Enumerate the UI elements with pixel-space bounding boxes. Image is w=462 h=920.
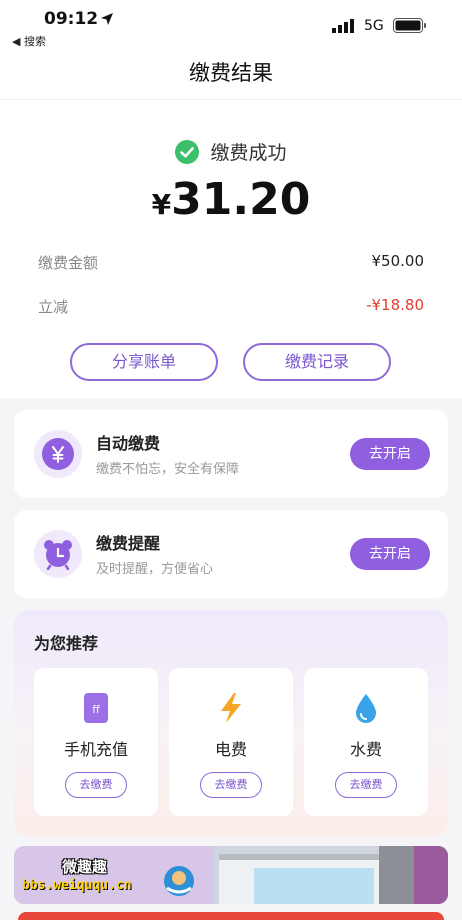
detail-row-discount: 立减 -¥18.80 (38, 296, 424, 320)
network-label: 5G (364, 18, 384, 34)
recommend-section: 为您推荐 ff 手机充值 去缴费 电费 去缴费 水费 去缴费 (14, 610, 448, 836)
amount-value: 31.20 (171, 174, 311, 225)
svg-text:ff: ff (92, 703, 100, 716)
success-row: 缴费成功 (0, 138, 462, 166)
success-check-icon (175, 139, 200, 164)
bottom-action-bar[interactable] (18, 912, 444, 920)
back-to-search-link[interactable]: ◀ 搜索 (12, 33, 46, 49)
lightning-icon (221, 693, 241, 723)
detail-value: ¥50.00 (371, 252, 425, 270)
recommend-item-phone-topup[interactable]: ff 手机充值 去缴费 (34, 668, 158, 816)
enable-reminder-button[interactable]: 去开启 (350, 538, 430, 570)
alarm-clock-icon (44, 540, 72, 570)
yen-icon (42, 438, 74, 470)
currency-symbol: ¥ (151, 188, 172, 221)
feature-title: 缴费提醒 (96, 534, 161, 553)
payment-reminder-card: 缴费提醒 及时提醒，方便省心 去开启 (14, 510, 448, 598)
watermark: 微趣趣 bbs.weiququ.cn (22, 854, 197, 904)
pay-phone-button[interactable]: 去缴费 (65, 772, 127, 798)
status-bar: 09:12 ◀ 搜索 5G (0, 0, 462, 52)
signal-icon (332, 19, 354, 33)
detail-row-payment-amount: 缴费金额 ¥50.00 (38, 252, 424, 276)
phone-icon: ff (84, 693, 108, 723)
nav-bar: 缴费结果 (0, 52, 462, 100)
battery-icon (393, 18, 426, 33)
watermark-logo-icon (164, 866, 194, 896)
auto-pay-card: 自动缴费 缴费不怕忘，安全有保障 去开启 (14, 410, 448, 498)
page-title: 缴费结果 (189, 61, 273, 85)
pay-water-button[interactable]: 去缴费 (335, 772, 397, 798)
recommend-item-label: 电费 (214, 740, 247, 759)
recommend-title: 为您推荐 (34, 634, 99, 653)
recommend-item-label: 手机充值 (63, 740, 128, 759)
discount-value: -¥18.80 (366, 296, 424, 314)
water-drop-icon (356, 694, 376, 723)
recommend-item-water[interactable]: 水费 去缴费 (304, 668, 428, 816)
payment-records-button[interactable]: 缴费记录 (243, 343, 391, 381)
detail-label: 缴费金额 (38, 254, 99, 272)
auto-pay-icon-wrap (34, 430, 82, 478)
watermark-top-text: 微趣趣 (62, 858, 108, 876)
status-time: 09:12 (44, 9, 99, 29)
share-bill-button[interactable]: 分享账单 (70, 343, 218, 381)
feature-title: 自动缴费 (96, 434, 161, 453)
paid-amount: ¥31.20 (0, 174, 462, 225)
feature-subtitle: 缴费不怕忘，安全有保障 (96, 462, 240, 477)
watermark-url-text: bbs.weiququ.cn (22, 878, 132, 893)
recommend-item-label: 水费 (349, 740, 382, 759)
reminder-icon-wrap (34, 530, 82, 578)
recommend-item-electricity[interactable]: 电费 去缴费 (169, 668, 293, 816)
feature-subtitle: 及时提醒，方便省心 (96, 562, 214, 577)
detail-label: 立减 (38, 298, 69, 316)
payment-result-card: 缴费成功 ¥31.20 缴费金额 ¥50.00 立减 -¥18.80 分享账单 … (0, 100, 462, 398)
success-text: 缴费成功 (210, 142, 287, 164)
pay-electricity-button[interactable]: 去缴费 (200, 772, 262, 798)
location-arrow-icon (101, 13, 113, 25)
enable-auto-pay-button[interactable]: 去开启 (350, 438, 430, 470)
